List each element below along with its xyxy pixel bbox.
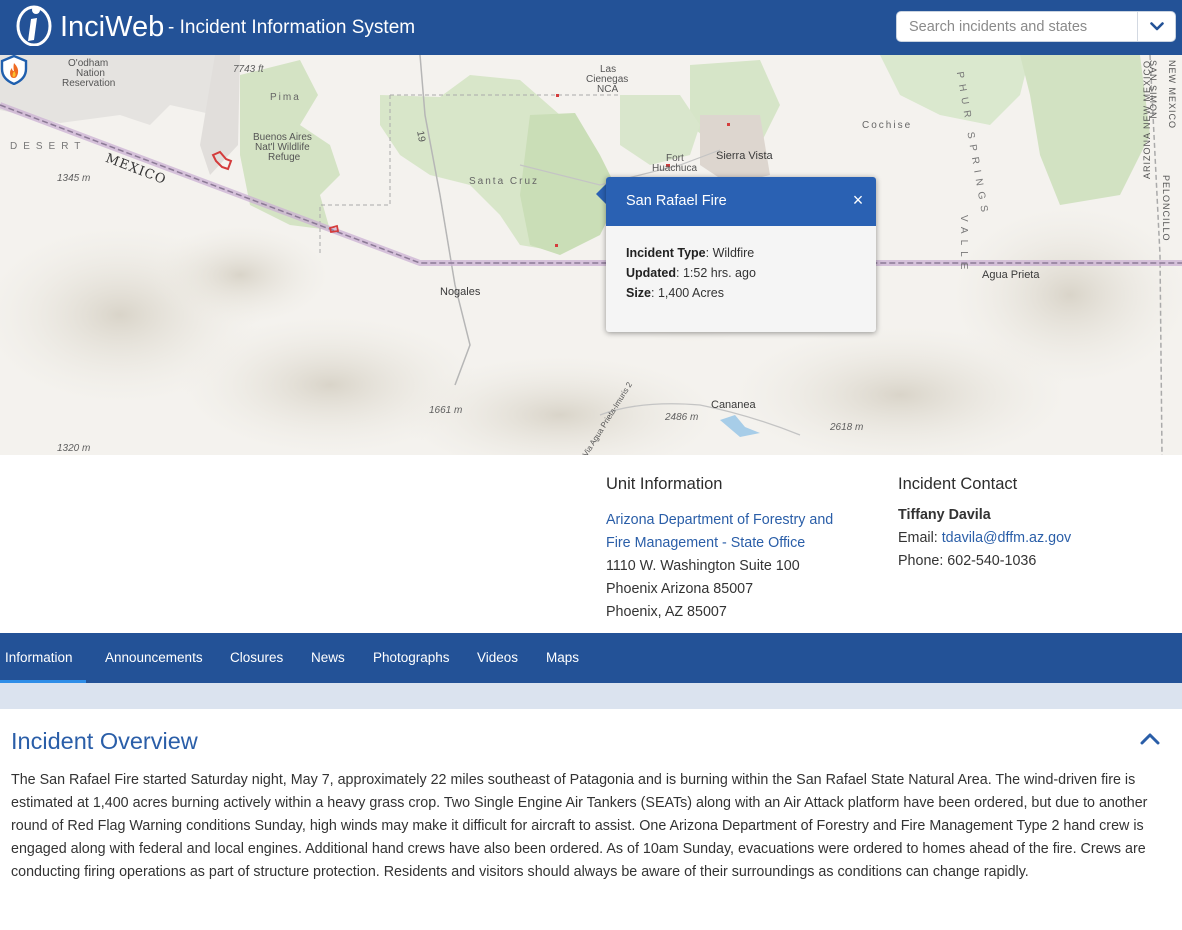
tab-videos[interactable]: Videos [477, 633, 518, 683]
unit-address-city: Phoenix Arizona 85007 [606, 581, 754, 597]
inciweb-logo-icon[interactable] [15, 2, 52, 46]
search-box[interactable] [896, 11, 1176, 42]
map-label-elev-1661: 1661 m [429, 405, 463, 416]
chevron-down-icon [1149, 22, 1164, 31]
map-label-cochise: Cochise [862, 120, 913, 131]
map-label-elev-1320: 1320 m [57, 443, 91, 454]
tab-closures[interactable]: Closures [230, 633, 283, 683]
map-terrain [0, 55, 1182, 455]
popup-pointer [596, 184, 606, 204]
map-label-reservation: Reservation [62, 78, 116, 89]
unit-link-line2[interactable]: Fire Management - State Office [606, 532, 805, 555]
tab-announcements[interactable]: Announcements [105, 633, 203, 683]
popup-incident-type: Incident Type: Wildfire [626, 243, 856, 263]
popup-updated-value: : 1:52 hrs. ago [676, 266, 756, 280]
close-icon[interactable]: × [850, 191, 866, 209]
map-label-elev-2486: 2486 m [665, 412, 699, 423]
map-label-valle: VALLE [958, 215, 969, 276]
popup-header: San Rafael Fire × [606, 177, 876, 226]
fire-marker-icon[interactable] [0, 55, 28, 85]
incident-popup: San Rafael Fire × Incident Type: Wildfir… [606, 177, 876, 332]
brand-tagline: - Incident Information System [168, 17, 416, 38]
map-label-refuge: Refuge [268, 152, 301, 163]
map-label-san-simon: SAN SIMON [1148, 60, 1158, 120]
map-label-huachuca: Huachuca [652, 163, 698, 174]
search-dropdown-button[interactable] [1137, 12, 1175, 41]
tab-news[interactable]: News [311, 633, 345, 683]
popup-body: Incident Type: Wildfire Updated: 1:52 hr… [606, 226, 876, 320]
map-label-santa-cruz: Santa Cruz [469, 176, 540, 187]
popup-type-value: : Wildfire [705, 246, 755, 260]
map-label-sierra-vista: Sierra Vista [716, 150, 773, 162]
incident-tabs: Information Announcements Closures News … [0, 633, 1182, 683]
brand-name[interactable]: InciWeb [60, 10, 164, 44]
tab-information[interactable]: Information [0, 633, 86, 683]
popup-updated: Updated: 1:52 hrs. ago [626, 263, 856, 283]
popup-updated-label: Updated [626, 266, 676, 280]
tab-photographs[interactable]: Photographs [373, 633, 450, 683]
search-input[interactable] [897, 12, 1138, 41]
contact-phone: Phone: 602-540-1036 [898, 553, 1037, 569]
map-label-nogales: Nogales [440, 286, 481, 298]
unit-information-heading: Unit Information [606, 475, 723, 493]
map-label-elev-2618: 2618 m [830, 422, 864, 433]
unit-address-street: 1110 W. Washington Suite 100 [606, 558, 800, 574]
map-label-nca: NCA [597, 84, 619, 95]
map-label-elev-1345: 1345 m [57, 173, 91, 184]
map-label-desert: DESERT [10, 141, 87, 152]
contact-email-link[interactable]: tdavila@dffm.az.gov [942, 530, 1071, 546]
incident-contact-heading: Incident Contact [898, 475, 1018, 493]
map-label-new-mexico: NEW MEXICO [1167, 60, 1177, 130]
popup-size-label: Size [626, 286, 652, 300]
map-label-agua-prieta: Agua Prieta [982, 269, 1040, 281]
contact-name: Tiffany Davila [898, 507, 991, 523]
tab-subbar [0, 683, 1182, 709]
popup-size-value: : 1,400 Acres [651, 286, 724, 300]
chevron-up-icon[interactable] [1140, 731, 1160, 747]
tab-maps[interactable]: Maps [546, 633, 579, 683]
unit-address-city-short: Phoenix, AZ 85007 [606, 604, 727, 620]
popup-type-label: Incident Type [626, 246, 706, 260]
popup-size: Size: 1,400 Acres [626, 283, 856, 303]
map-label-elev-7743: 7743 ft [233, 64, 264, 75]
map-label-cananea: Cananea [711, 399, 756, 411]
map-label-route-19: 19 [414, 130, 427, 143]
incident-overview-text: The San Rafael Fire started Saturday nig… [11, 772, 1148, 880]
top-header: InciWeb - Incident Information System [0, 0, 1182, 55]
unit-link-line1[interactable]: Arizona Department of Forestry and [606, 509, 833, 532]
incident-overview-heading: Incident Overview [11, 728, 198, 754]
map-label-peloncillo: PELONCILLO [1161, 175, 1171, 242]
contact-email-label: Email: [898, 530, 942, 546]
map-label-pima: Pima [270, 92, 301, 103]
contact-email-row: Email: tdavila@dffm.az.gov [898, 527, 1071, 550]
incident-map[interactable]: O'odham Nation Reservation 7743 ft Pima … [0, 55, 1182, 455]
popup-title[interactable]: San Rafael Fire [626, 193, 727, 209]
